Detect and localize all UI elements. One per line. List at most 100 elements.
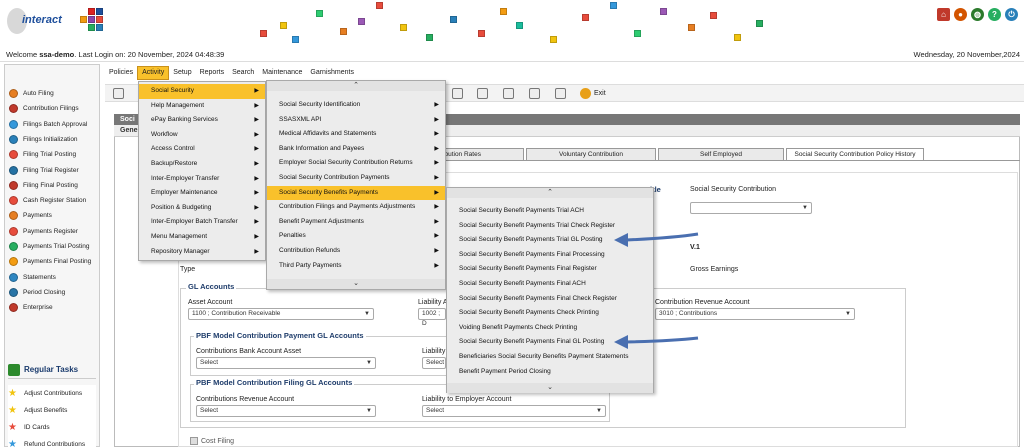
- help-icon[interactable]: ?: [988, 8, 1001, 21]
- sidebar-item-payments-final-posting[interactable]: Payments Final Posting: [9, 254, 101, 269]
- cash-register-station-icon: [9, 196, 18, 206]
- print-icon[interactable]: [555, 88, 566, 99]
- power-icon[interactable]: ⏻: [1005, 8, 1018, 21]
- menu-item-social-security-benefit-payments-final-check-register[interactable]: Social Security Benefit Payments Final C…: [447, 292, 653, 307]
- sidebar-item-filing-trial-register[interactable]: Filing Trial Register: [9, 163, 101, 178]
- pbf-payment-fieldset: [190, 336, 460, 376]
- menu-item-inter-employer-batch-transfer[interactable]: Inter-Employer Batch Transfer ▶: [139, 215, 265, 230]
- liability-short-select[interactable]: Select: [422, 357, 446, 369]
- menu-item-epay-banking-services[interactable]: ePay Banking Services ▶: [139, 113, 265, 128]
- sidebar-item-filing-trial-posting[interactable]: Filing Trial Posting: [9, 147, 101, 162]
- menu-item-menu-management[interactable]: Menu Management ▶: [139, 230, 265, 245]
- task-refund-contributions[interactable]: ★ Refund Contributions: [8, 436, 96, 447]
- ss-contribution-select[interactable]: ▼: [690, 202, 812, 214]
- filing-final-posting-icon: [9, 180, 18, 190]
- submenu-arrow-icon: ▶: [254, 234, 259, 240]
- menu-item-inter-employer-transfer[interactable]: Inter-Employer Transfer ▶: [139, 172, 265, 187]
- sidebar-item-payments[interactable]: Payments: [9, 208, 101, 223]
- submenu-arrow-icon: ▶: [254, 88, 259, 94]
- menu-item-backup-restore[interactable]: Backup/Restore ▶: [139, 157, 265, 172]
- sidebar-item-filings-batch-approval[interactable]: Filings Batch Approval: [9, 117, 101, 132]
- menu-item-access-control[interactable]: Access Control ▶: [139, 142, 265, 157]
- menu-item-social-security-benefit-payments-final-register[interactable]: Social Security Benefit Payments Final R…: [447, 262, 653, 277]
- regular-tasks-header: Regular Tasks: [8, 361, 96, 379]
- sidebar-item-filing-final-posting[interactable]: Filing Final Posting: [9, 178, 101, 193]
- globe-icon[interactable]: ◍: [971, 8, 984, 21]
- contrib-revenue-acc-select[interactable]: Select ▼: [196, 405, 376, 417]
- save-as-icon[interactable]: [477, 88, 488, 99]
- menu-item-bank-information-and-payees[interactable]: Bank Information and Payees ▶: [267, 142, 445, 157]
- scroll-up-icon[interactable]: ⌃: [447, 188, 653, 198]
- menu-item-social-security-benefit-payments-check-printing[interactable]: Social Security Benefit Payments Check P…: [447, 306, 653, 321]
- payments-icon: [9, 211, 18, 221]
- contribution-revenue-select[interactable]: 3010 ; Contributions ▼: [655, 308, 855, 320]
- scroll-down-icon[interactable]: ⌄: [267, 279, 445, 289]
- task-id-cards[interactable]: ★ ID Cards: [8, 419, 96, 436]
- menu-item-social-security-benefit-payments-final-ach[interactable]: Social Security Benefit Payments Final A…: [447, 277, 653, 292]
- menu-item-social-security-benefit-payments-final-processing[interactable]: Social Security Benefit Payments Final P…: [447, 248, 653, 263]
- menu-search[interactable]: Search: [228, 66, 258, 80]
- menu-item-contribution-refunds[interactable]: Contribution Refunds ▶: [267, 244, 445, 259]
- scroll-up-icon[interactable]: ⌃: [267, 81, 445, 91]
- menu-item-social-security-identification[interactable]: Social Security Identification ▶: [267, 98, 445, 113]
- menu-item-ssasxml-api[interactable]: SSASXML API ▶: [267, 113, 445, 128]
- menu-item-employer-maintenance[interactable]: Employer Maintenance ▶: [139, 186, 265, 201]
- users-icon[interactable]: ●: [954, 8, 967, 21]
- contrib-bank-label: Contributions Bank Account Asset: [196, 348, 302, 355]
- ss-contribution-label: Social Security Contribution: [690, 186, 776, 193]
- submenu-arrow-icon: ▶: [434, 189, 439, 196]
- liability-employer-select[interactable]: Select ▼: [422, 405, 606, 417]
- sidebar-item-statements[interactable]: Statements: [9, 270, 101, 285]
- menu-activity[interactable]: Activity: [137, 66, 170, 80]
- menu-item-penalties[interactable]: Penalties ▶: [267, 229, 445, 244]
- link-icon[interactable]: [529, 88, 540, 99]
- cost-filing-checkbox[interactable]: Cost Filing: [190, 437, 234, 445]
- home-icon[interactable]: ⌂: [937, 8, 950, 21]
- sidebar-item-auto-filing[interactable]: Auto Filing: [9, 86, 101, 101]
- sidebar-item-period-closing[interactable]: Period Closing: [9, 285, 101, 300]
- menu-policies[interactable]: Policies: [105, 66, 137, 80]
- menu-item-benefit-payment-adjustments[interactable]: Benefit Payment Adjustments ▶: [267, 215, 445, 230]
- exit-button[interactable]: Exit: [580, 88, 606, 99]
- submenu-arrow-icon: ▶: [434, 145, 439, 152]
- menu-item-third-party-payments[interactable]: Third Party Payments ▶: [267, 259, 445, 274]
- menu-item-employer-social-security-contribution-returns[interactable]: Employer Social Security Contribution Re…: [267, 156, 445, 171]
- menu-item-beneficiaries-social-security-benefits-payment-statements[interactable]: Beneficiaries Social Security Benefits P…: [447, 350, 653, 365]
- sidebar-item-filings-initialization[interactable]: Filings Initialization: [9, 132, 101, 147]
- menu-item-social-security-contribution-payments[interactable]: Social Security Contribution Payments ▶: [267, 171, 445, 186]
- asset-account-select[interactable]: 1100 ; Contribution Receivable ▼: [188, 308, 374, 320]
- contrib-revenue-acc-label: Contributions Revenue Account: [196, 396, 295, 403]
- contrib-bank-select[interactable]: Select ▼: [196, 357, 376, 369]
- menu-item-repository-manager[interactable]: Repository Manager ▶: [139, 245, 265, 260]
- task-adjust-benefits[interactable]: ★ Adjust Benefits: [8, 402, 96, 419]
- menu-maintenance[interactable]: Maintenance: [258, 66, 306, 80]
- menu-item-benefit-payment-period-closing[interactable]: Benefit Payment Period Closing: [447, 365, 653, 380]
- submenu-arrow-icon: ▶: [434, 262, 439, 269]
- save-icon[interactable]: [452, 88, 463, 99]
- liability-select[interactable]: 1002 ; D: [418, 308, 446, 327]
- menu-item-contribution-filings-and-payments-adjustments[interactable]: Contribution Filings and Payments Adjust…: [267, 200, 445, 215]
- menu-item-social-security-benefits-payments[interactable]: Social Security Benefits Payments ▶: [267, 185, 445, 201]
- submenu-arrow-icon: ▶: [434, 102, 439, 108]
- menu-item-help-management[interactable]: Help Management ▶: [139, 99, 265, 114]
- sidebar-item-enterprise[interactable]: Enterprise: [9, 300, 101, 315]
- copy-icon[interactable]: [503, 88, 514, 99]
- scroll-down-icon[interactable]: ⌄: [447, 383, 653, 393]
- menu-garnishments[interactable]: Garnishments: [306, 66, 358, 80]
- menu-item-social-security[interactable]: Social Security ▶: [139, 84, 265, 99]
- sidebar-item-payments-register[interactable]: Payments Register: [9, 224, 101, 239]
- header-decoration: [250, 0, 770, 48]
- menu-item-medical-affidavits-and-statements[interactable]: Medical Affidavits and Statements ▶: [267, 127, 445, 142]
- sidebar-item-payments-trial-posting[interactable]: Payments Trial Posting: [9, 239, 101, 254]
- payments-final-posting-icon: [9, 257, 18, 267]
- sidebar-item-contribution-filings[interactable]: Contribution Filings: [9, 101, 101, 116]
- star-icon: ★: [8, 404, 17, 416]
- menu-setup[interactable]: Setup: [169, 66, 195, 80]
- task-adjust-contributions[interactable]: ★ Adjust Contributions: [8, 385, 96, 402]
- sidebar-item-cash-register-station[interactable]: Cash Register Station: [9, 193, 101, 208]
- menu-item-workflow[interactable]: Workflow ▶: [139, 128, 265, 143]
- toolbar-icon[interactable]: [113, 88, 124, 99]
- menu-item-social-security-benefit-payments-trial-ach[interactable]: Social Security Benefit Payments Trial A…: [447, 204, 653, 219]
- menu-item-position-budgeting[interactable]: Position & Budgeting ▶: [139, 201, 265, 216]
- menu-reports[interactable]: Reports: [196, 66, 229, 80]
